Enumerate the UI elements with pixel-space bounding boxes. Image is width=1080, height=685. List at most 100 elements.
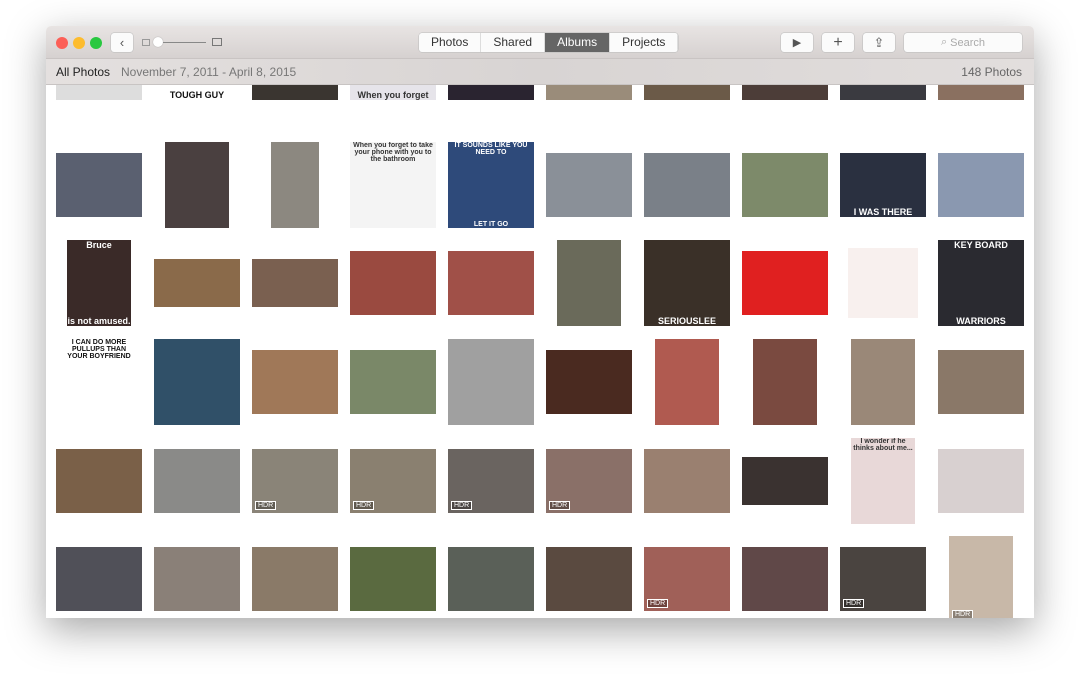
photo-thumbnail[interactable] bbox=[644, 153, 730, 217]
photo-thumbnail[interactable] bbox=[154, 449, 240, 513]
date-range: November 7, 2011 - April 8, 2015 bbox=[121, 65, 297, 79]
search-input[interactable]: ⌕ Search bbox=[904, 33, 1022, 52]
photo-thumbnail[interactable] bbox=[350, 251, 436, 315]
add-button[interactable]: + bbox=[822, 33, 854, 52]
photo-thumbnail[interactable] bbox=[271, 142, 319, 228]
toolbar: ‹ Photos Shared Albums Projects ▶ + ⇪ ⌕ Sear… bbox=[46, 26, 1034, 59]
photo-thumbnail[interactable] bbox=[742, 547, 828, 611]
slideshow-button[interactable]: ▶ bbox=[781, 33, 813, 52]
photo-thumbnail[interactable] bbox=[840, 85, 926, 100]
photo-thumbnail[interactable] bbox=[154, 547, 240, 611]
photo-thumbnail[interactable]: I wonder if he thinks about me... bbox=[851, 438, 915, 524]
photo-thumbnail[interactable] bbox=[154, 339, 240, 425]
search-placeholder: Search bbox=[950, 36, 986, 49]
photo-thumbnail[interactable] bbox=[938, 449, 1024, 513]
photo-thumbnail[interactable] bbox=[655, 339, 719, 425]
plus-icon: + bbox=[833, 33, 843, 51]
photo-thumbnail[interactable]: HDR bbox=[252, 449, 338, 513]
photo-thumbnail[interactable] bbox=[448, 547, 534, 611]
photo-thumbnail[interactable] bbox=[350, 547, 436, 611]
photo-thumbnail[interactable]: HDR bbox=[949, 536, 1013, 618]
photo-caption-bottom: I WAS THERE bbox=[853, 207, 913, 217]
photo-thumbnail[interactable] bbox=[56, 153, 142, 217]
minimize-button[interactable] bbox=[73, 37, 85, 49]
photo-thumbnail[interactable]: I CAN DO MORE PULLUPS THAN YOUR BOYFRIEN… bbox=[67, 339, 131, 425]
hdr-badge: HDR bbox=[255, 501, 277, 510]
photo-caption-bottom: is not amused. bbox=[67, 316, 131, 326]
photo-thumbnail[interactable]: Bruce is not amused. bbox=[67, 240, 131, 326]
photo-caption-bottom: WARRIORS bbox=[956, 316, 1006, 326]
photo-thumbnail[interactable] bbox=[851, 339, 915, 425]
photo-thumbnail[interactable] bbox=[742, 153, 828, 217]
tab-albums[interactable]: Albums bbox=[545, 33, 611, 52]
photo-thumbnail[interactable] bbox=[557, 240, 621, 326]
photo-count: 148 Photos bbox=[961, 65, 1022, 79]
photo-caption-top: I CAN DO MORE PULLUPS THAN YOUR BOYFRIEN… bbox=[67, 339, 131, 360]
photo-thumbnail[interactable]: HDR bbox=[448, 449, 534, 513]
photo-thumbnail[interactable] bbox=[448, 85, 534, 100]
photo-thumbnail[interactable] bbox=[546, 547, 632, 611]
photo-thumbnail[interactable]: HDR bbox=[350, 449, 436, 513]
photo-thumbnail[interactable] bbox=[448, 339, 534, 425]
photo-thumbnail[interactable]: When you forget bbox=[350, 85, 436, 100]
hdr-badge: HDR bbox=[843, 599, 865, 608]
photo-thumbnail[interactable] bbox=[742, 251, 828, 315]
photo-thumbnail[interactable]: HDR bbox=[546, 449, 632, 513]
search-icon: ⌕ bbox=[940, 36, 948, 48]
tab-shared[interactable]: Shared bbox=[481, 33, 546, 52]
photo-thumbnail[interactable] bbox=[742, 457, 828, 505]
photo-thumbnail[interactable]: KEY BOARD WARRIORS bbox=[938, 240, 1024, 326]
photo-thumbnail[interactable] bbox=[938, 153, 1024, 217]
subheader: All Photos November 7, 2011 - April 8, 2… bbox=[46, 59, 1034, 85]
photo-thumbnail[interactable] bbox=[252, 547, 338, 611]
close-button[interactable] bbox=[56, 37, 68, 49]
photo-thumbnail[interactable] bbox=[546, 153, 632, 217]
photo-thumbnail[interactable] bbox=[938, 85, 1024, 100]
hdr-badge: HDR bbox=[451, 501, 473, 510]
photos-window: ‹ Photos Shared Albums Projects ▶ + ⇪ ⌕ Sear… bbox=[46, 26, 1034, 618]
photo-thumbnail[interactable]: I WAS THERE bbox=[840, 153, 926, 217]
photo-thumbnail[interactable] bbox=[938, 350, 1024, 414]
photo-thumbnail[interactable] bbox=[350, 350, 436, 414]
small-thumbnail-icon bbox=[142, 39, 150, 46]
photo-thumbnail[interactable] bbox=[154, 259, 240, 307]
play-icon: ▶ bbox=[792, 37, 802, 49]
photo-caption-bottom: When you forget bbox=[357, 90, 429, 100]
photo-thumbnail[interactable]: SERIOUSLEE bbox=[644, 240, 730, 326]
photo-thumbnail[interactable] bbox=[644, 85, 730, 100]
photo-grid: • • • TOUGH GUY When you forget When you fo… bbox=[46, 85, 1034, 618]
share-icon: ⇪ bbox=[873, 34, 885, 50]
photo-thumbnail[interactable] bbox=[165, 142, 229, 228]
share-button[interactable]: ⇪ bbox=[863, 33, 895, 52]
photo-caption-top: IT SOUNDS LIKE YOU NEED TO bbox=[454, 142, 528, 156]
photo-thumbnail[interactable] bbox=[848, 248, 918, 318]
photo-thumbnail[interactable] bbox=[742, 85, 828, 100]
hdr-badge: HDR bbox=[549, 501, 571, 510]
large-thumbnail-icon bbox=[212, 38, 222, 46]
photo-thumbnail[interactable]: • • • bbox=[56, 85, 142, 100]
photo-thumbnail[interactable] bbox=[644, 449, 730, 513]
slider-handle[interactable] bbox=[153, 37, 163, 47]
photo-caption-top: I wonder if he thinks about me... bbox=[853, 438, 913, 452]
photo-thumbnail[interactable] bbox=[546, 350, 632, 414]
photo-thumbnail[interactable] bbox=[753, 339, 817, 425]
photo-thumbnail[interactable]: TOUGH GUY bbox=[154, 85, 240, 100]
zoom-button[interactable] bbox=[90, 37, 102, 49]
photo-thumbnail[interactable] bbox=[252, 259, 338, 307]
photo-thumbnail[interactable]: HDR bbox=[644, 547, 730, 611]
photo-thumbnail[interactable] bbox=[56, 449, 142, 513]
hdr-badge: HDR bbox=[353, 501, 375, 510]
back-button[interactable]: ‹ bbox=[111, 33, 133, 52]
photo-thumbnail[interactable] bbox=[252, 350, 338, 414]
photo-caption-top: Bruce bbox=[86, 240, 112, 250]
photo-thumbnail[interactable]: IT SOUNDS LIKE YOU NEED TO LET IT GO bbox=[448, 142, 534, 228]
photo-thumbnail[interactable] bbox=[56, 547, 142, 611]
tab-photos[interactable]: Photos bbox=[419, 33, 482, 52]
tab-projects[interactable]: Projects bbox=[610, 33, 679, 52]
photo-thumbnail[interactable]: When you forget to take your phone with … bbox=[350, 142, 436, 228]
photo-caption-bottom: LET IT GO bbox=[473, 221, 509, 228]
photo-thumbnail[interactable] bbox=[546, 85, 632, 100]
photo-thumbnail[interactable] bbox=[252, 85, 338, 100]
photo-thumbnail[interactable]: HDR bbox=[840, 547, 926, 611]
photo-thumbnail[interactable] bbox=[448, 251, 534, 315]
